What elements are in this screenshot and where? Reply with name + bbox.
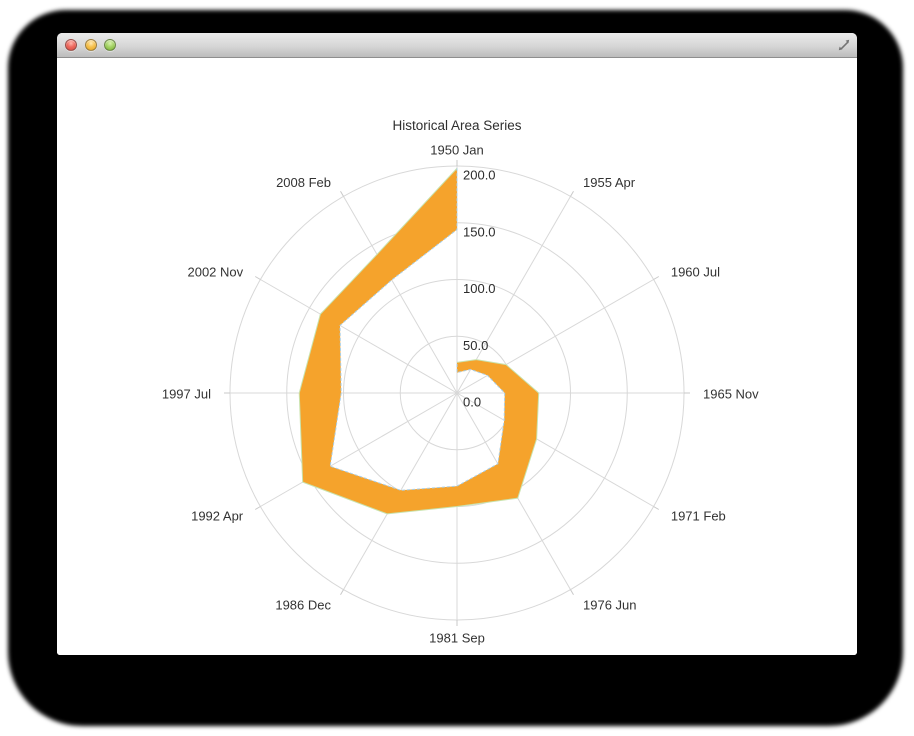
category-label: 1960 Jul (671, 264, 720, 279)
category-tick (341, 590, 344, 595)
category-tick (654, 507, 659, 510)
category-label: 1955 Apr (583, 175, 636, 190)
zoom-button[interactable] (104, 39, 116, 51)
axis-labels-layer: 0.0 50.0 100.0 150.0 200.0 1950 Jan 1955 Apr 19… (162, 142, 759, 645)
category-tick (654, 277, 659, 280)
category-label: 1971 Feb (671, 508, 726, 523)
area-series-band (299, 168, 539, 514)
category-label: 1992 Apr (191, 508, 244, 523)
desktop-stage: 0.0 50.0 100.0 150.0 200.0 1950 Jan 1955 Apr 19… (0, 0, 914, 736)
chart-panel: 0.0 50.0 100.0 150.0 200.0 1950 Jan 1955 Apr 19… (57, 58, 857, 655)
category-label: 1986 Dec (275, 598, 331, 613)
radial-tick-label: 150.0 (463, 224, 496, 239)
category-tick (341, 191, 344, 196)
radial-tick-label: 100.0 (463, 281, 496, 296)
window-titlebar[interactable] (57, 33, 857, 58)
minimize-button[interactable] (85, 39, 97, 51)
series-layer (299, 168, 539, 514)
radial-tick-label: 50.0 (463, 338, 488, 353)
category-tick (571, 191, 574, 196)
resize-icon[interactable] (837, 38, 851, 52)
category-label: 2002 Nov (187, 264, 243, 279)
radial-tick-label: 0.0 (463, 395, 481, 410)
category-label: 1965 Nov (703, 386, 759, 401)
close-button[interactable] (65, 39, 77, 51)
category-tick (255, 507, 260, 510)
app-window: 0.0 50.0 100.0 150.0 200.0 1950 Jan 1955 Apr 19… (57, 33, 857, 655)
category-label: 2008 Feb (276, 175, 331, 190)
window-controls (65, 39, 116, 51)
radial-tick-label: 200.0 (463, 168, 496, 183)
category-tick (255, 277, 260, 280)
category-label: 1950 Jan (430, 142, 484, 157)
category-tick (571, 590, 574, 595)
category-label: 1997 Jul (162, 386, 211, 401)
chart-title: Historical Area Series (392, 118, 521, 133)
category-label: 1981 Sep (429, 630, 485, 645)
polar-chart: 0.0 50.0 100.0 150.0 200.0 1950 Jan 1955 Apr 19… (57, 58, 857, 655)
grid-spoke (457, 280, 654, 394)
category-label: 1976 Jun (583, 598, 637, 613)
